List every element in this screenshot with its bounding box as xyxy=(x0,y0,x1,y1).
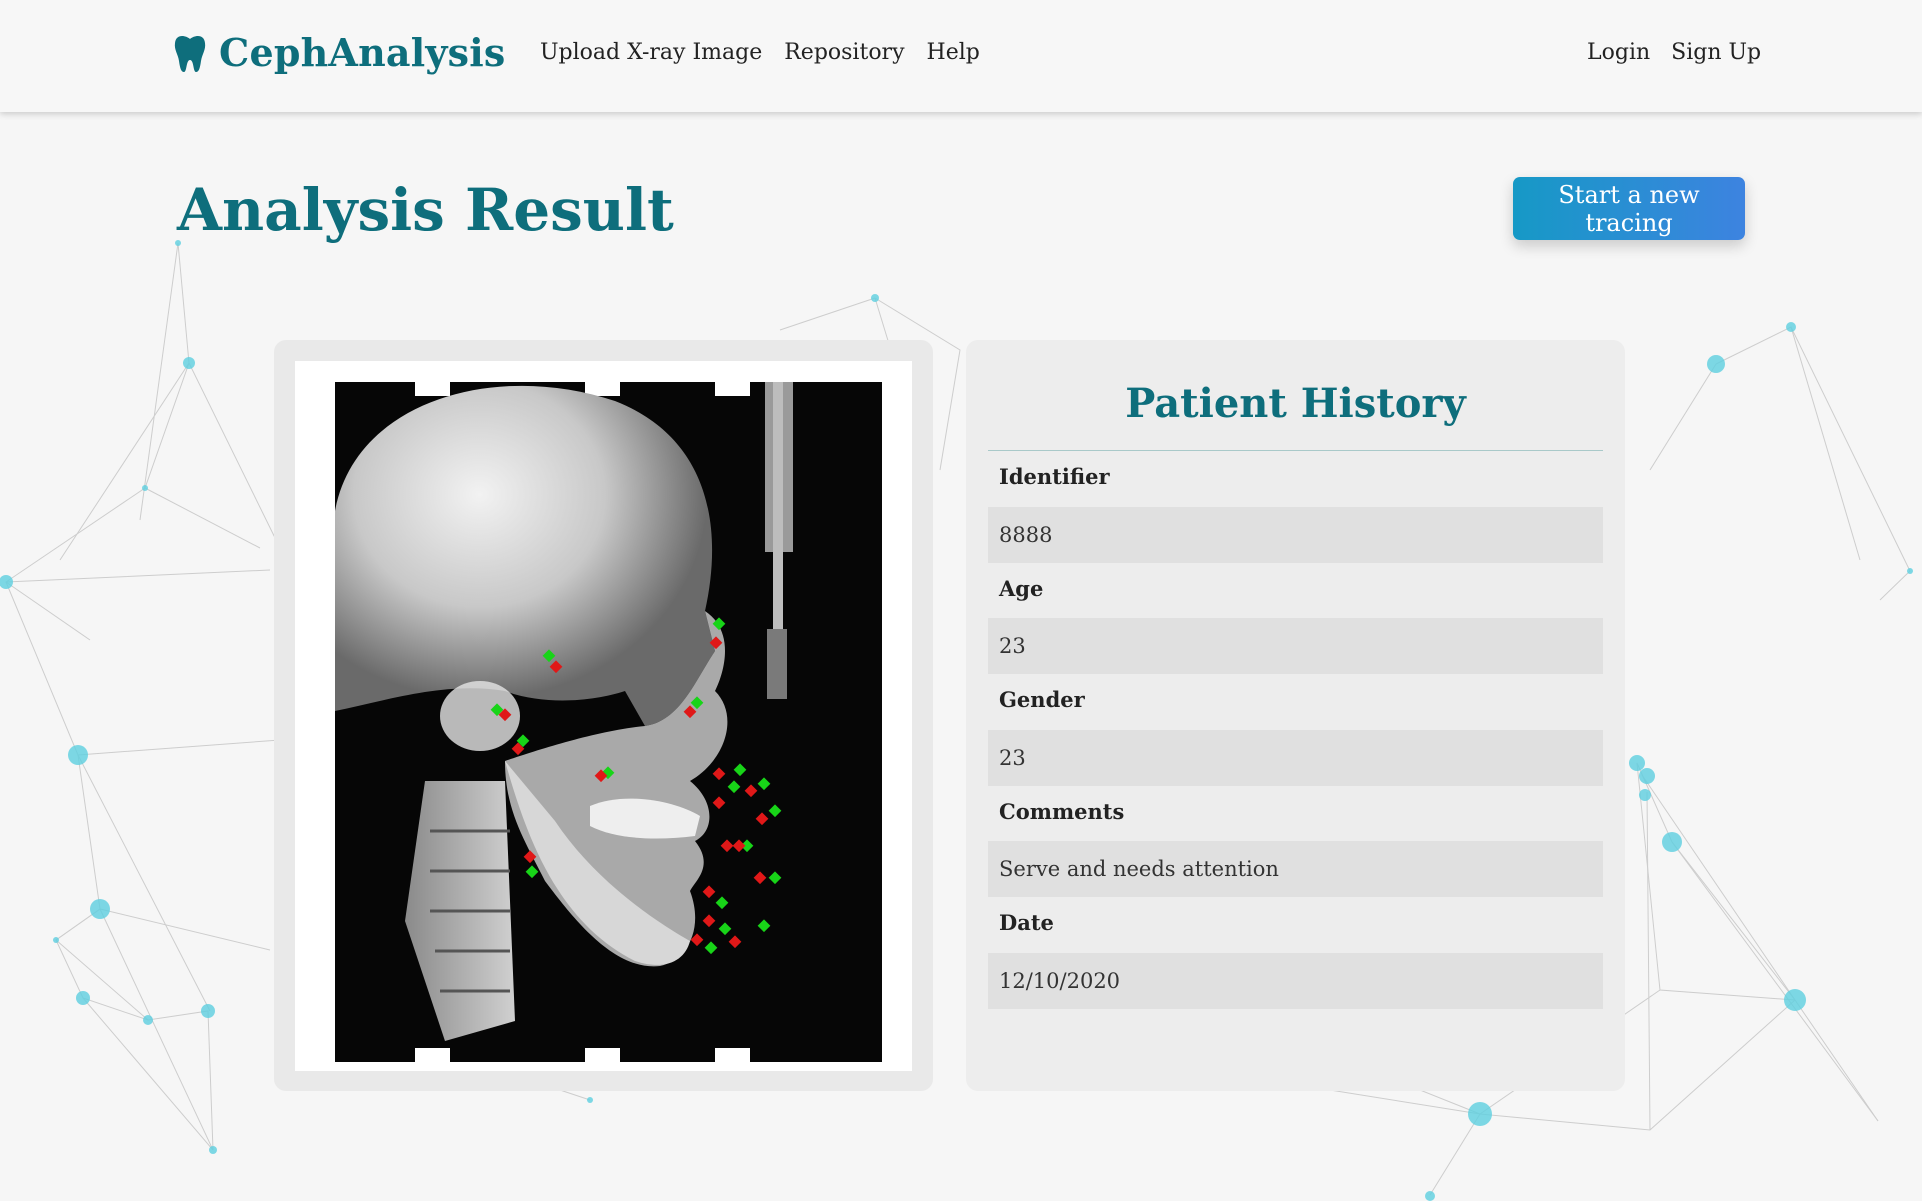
gender-label: Gender xyxy=(999,687,1085,712)
identifier-value: 8888 xyxy=(988,507,1603,563)
tooth-icon xyxy=(174,35,206,72)
comments-value: Serve and needs attention xyxy=(988,841,1603,897)
brand-logo[interactable]: CephAnalysis xyxy=(173,30,506,75)
auth-nav: Login Sign Up xyxy=(1587,40,1761,65)
main-nav: Upload X-ray Image Repository Help xyxy=(540,40,980,65)
age-label: Age xyxy=(999,576,1044,601)
patient-history-title: Patient History xyxy=(1125,380,1466,427)
login-link[interactable]: Login xyxy=(1587,40,1650,65)
date-label: Date xyxy=(999,910,1054,935)
nav-upload-xray[interactable]: Upload X-ray Image xyxy=(540,40,762,65)
nav-repository[interactable]: Repository xyxy=(784,40,904,65)
top-navbar: CephAnalysis Upload X-ray Image Reposito… xyxy=(0,0,1922,112)
nav-help[interactable]: Help xyxy=(927,40,980,65)
page-title: Analysis Result xyxy=(177,176,674,244)
brand-name: CephAnalysis xyxy=(219,30,506,75)
xray-image xyxy=(295,361,912,1071)
signup-link[interactable]: Sign Up xyxy=(1671,40,1761,65)
xray-panel xyxy=(274,340,933,1091)
cephalometric-xray xyxy=(335,382,882,1062)
comments-label: Comments xyxy=(999,799,1125,824)
identifier-label: Identifier xyxy=(999,464,1110,489)
patient-history-panel: Patient History Identifier 8888 Age 23 G… xyxy=(966,340,1625,1091)
divider xyxy=(988,450,1603,451)
gender-value: 23 xyxy=(988,730,1603,786)
date-value: 12/10/2020 xyxy=(988,953,1603,1009)
start-new-tracing-button[interactable]: Start a new tracing xyxy=(1513,177,1745,240)
age-value: 23 xyxy=(988,618,1603,674)
